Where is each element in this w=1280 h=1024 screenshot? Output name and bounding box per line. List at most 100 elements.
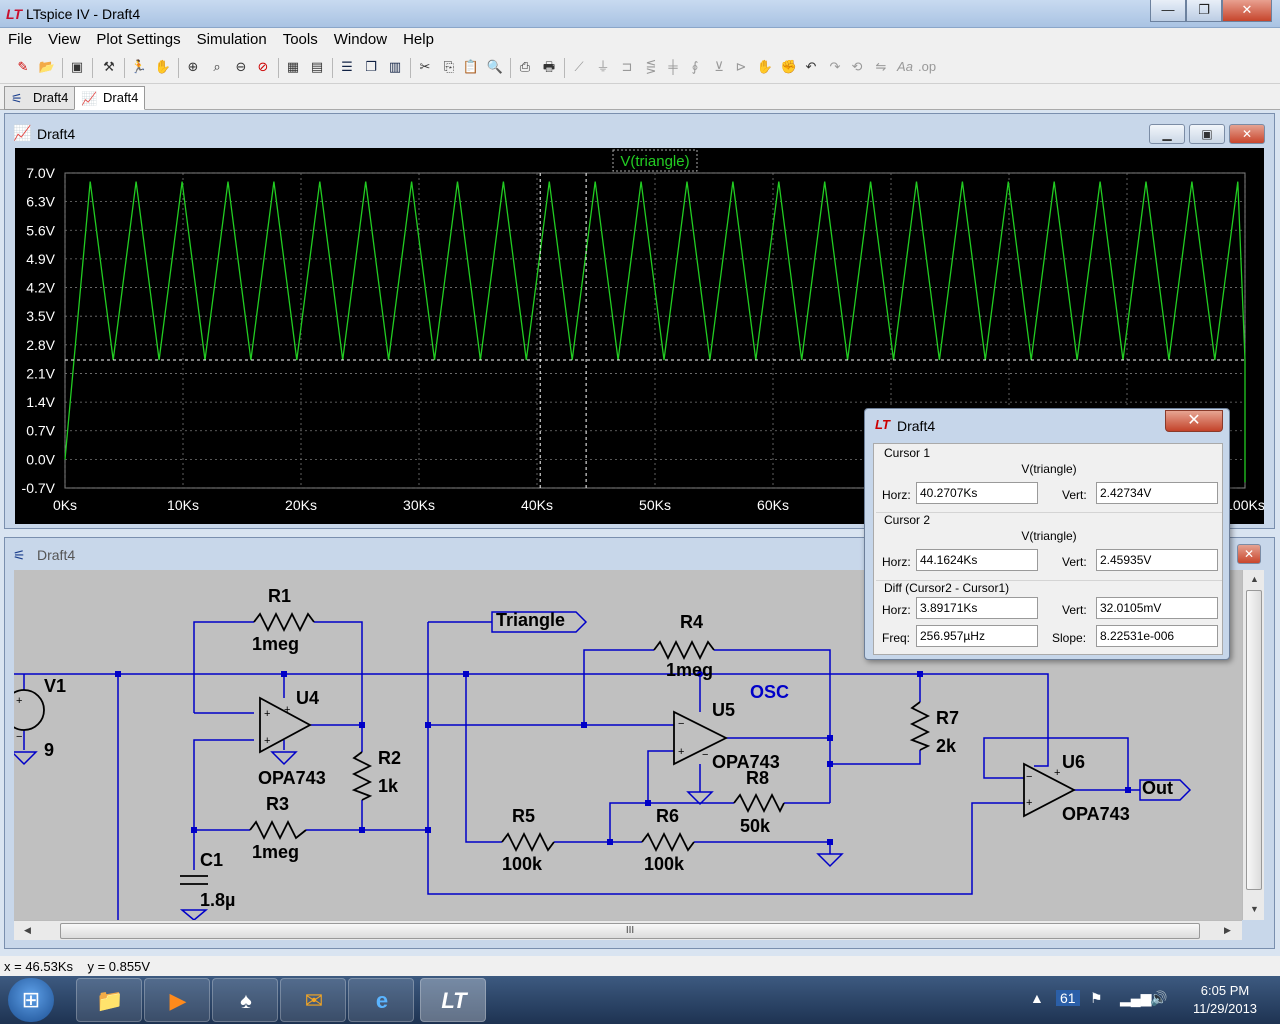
- r4-label[interactable]: R4: [680, 612, 703, 633]
- r6-label[interactable]: R6: [656, 806, 679, 827]
- r7-value[interactable]: 2k: [936, 736, 956, 757]
- network-icon[interactable]: ▂▄▆: [1120, 990, 1151, 1007]
- tray-badge[interactable]: 61: [1056, 990, 1080, 1006]
- zoom-cancel-icon[interactable]: ⊘: [254, 58, 272, 76]
- diode-icon[interactable]: ⊻: [710, 58, 728, 76]
- tile-vertical-icon[interactable]: ▥: [386, 58, 404, 76]
- horizontal-scroll-thumb[interactable]: III: [60, 923, 1200, 939]
- tab-schematic[interactable]: ⚟ Draft4: [4, 86, 76, 110]
- new-schematic-icon[interactable]: ✎: [14, 58, 32, 76]
- tile-icon[interactable]: ▤: [308, 58, 326, 76]
- component-icon[interactable]: ⊳: [732, 58, 750, 76]
- schematic-horizontal-scrollbar[interactable]: ◀ III ▶: [14, 920, 1242, 940]
- r2-value[interactable]: 1k: [378, 776, 398, 797]
- system-clock[interactable]: 6:05 PM 11/29/2013: [1180, 982, 1270, 1018]
- close-button[interactable]: ✕: [1222, 0, 1272, 22]
- menu-plot-settings[interactable]: Plot Settings: [88, 28, 188, 48]
- label-icon[interactable]: ⊐: [618, 58, 636, 76]
- menu-help[interactable]: Help: [395, 28, 442, 48]
- ground-icon[interactable]: ⏚: [594, 58, 612, 76]
- taskbar-ltspice[interactable]: LT: [420, 978, 486, 1022]
- restore-button[interactable]: ❐: [1186, 0, 1222, 22]
- cursor2-vert-field[interactable]: 2.45935V: [1096, 549, 1218, 571]
- r3-label[interactable]: R3: [266, 794, 289, 815]
- u5-label[interactable]: U5: [712, 700, 735, 721]
- r6-value[interactable]: 100k: [644, 854, 684, 875]
- taskbar-explorer[interactable]: 📁: [76, 978, 142, 1022]
- r8-label[interactable]: R8: [746, 768, 769, 789]
- capacitor-icon[interactable]: ╪: [664, 58, 682, 76]
- r5-label[interactable]: R5: [512, 806, 535, 827]
- minimize-button[interactable]: —: [1150, 0, 1186, 22]
- volume-icon[interactable]: 🔊: [1150, 990, 1167, 1007]
- triangle-net-label[interactable]: Triangle: [496, 610, 565, 631]
- zoom-area-icon[interactable]: ⌕: [208, 58, 226, 76]
- text-icon[interactable]: Aa: [896, 58, 914, 76]
- print-icon[interactable]: 🖶: [540, 58, 558, 76]
- drag-icon[interactable]: ✊: [780, 58, 798, 76]
- waveform-restore-button[interactable]: ▣: [1189, 124, 1225, 144]
- pan-icon[interactable]: ✋: [154, 58, 172, 76]
- redo-icon[interactable]: ↷: [826, 58, 844, 76]
- cursor-dialog-close-button[interactable]: ✕: [1165, 410, 1223, 432]
- r5-value[interactable]: 100k: [502, 854, 542, 875]
- show-hidden-icons-icon[interactable]: ▲: [1030, 990, 1044, 1006]
- zoom-in-icon[interactable]: ⊕: [184, 58, 202, 76]
- cursor1-horz-field[interactable]: 40.2707Ks: [916, 482, 1038, 504]
- start-button[interactable]: ⊞: [8, 978, 54, 1022]
- wire-icon[interactable]: ⟋: [570, 58, 588, 76]
- v1-value[interactable]: 9: [44, 740, 54, 761]
- diff-horz-field[interactable]: 3.89171Ks: [916, 597, 1038, 619]
- cursor2-horz-field[interactable]: 44.1624Ks: [916, 549, 1038, 571]
- cascade-icon[interactable]: ❐: [362, 58, 380, 76]
- find-icon[interactable]: 🔍: [486, 58, 504, 76]
- zoom-out-icon[interactable]: ⊖: [232, 58, 250, 76]
- diff-freq-field[interactable]: 256.957µHz: [916, 625, 1038, 647]
- r4-value[interactable]: 1meg: [666, 660, 713, 681]
- v1-label[interactable]: V1: [44, 676, 66, 697]
- osc-label[interactable]: OSC: [750, 682, 789, 703]
- menu-file[interactable]: File: [0, 28, 40, 48]
- menu-view[interactable]: View: [40, 28, 88, 48]
- taskbar-solitaire[interactable]: ♠: [212, 978, 278, 1022]
- taskbar-media-player[interactable]: ▶: [144, 978, 210, 1022]
- menu-simulation[interactable]: Simulation: [189, 28, 275, 48]
- run-icon[interactable]: 🏃: [130, 58, 148, 76]
- taskbar-internet-explorer[interactable]: e: [348, 978, 414, 1022]
- paste-icon[interactable]: 📋: [462, 58, 480, 76]
- u6-model[interactable]: OPA743: [1062, 804, 1130, 825]
- r3-value[interactable]: 1meg: [252, 842, 299, 863]
- diff-vert-field[interactable]: 32.0105mV: [1096, 597, 1218, 619]
- inductor-icon[interactable]: ∮: [686, 58, 704, 76]
- r1-label[interactable]: R1: [268, 586, 291, 607]
- tile-horizontal-icon[interactable]: ☰: [338, 58, 356, 76]
- copy-icon[interactable]: ⎘: [440, 58, 458, 76]
- waveform-close-button[interactable]: ✕: [1229, 124, 1265, 144]
- taskbar-outlook[interactable]: ✉: [280, 978, 346, 1022]
- spice-directive-icon[interactable]: .op: [918, 58, 936, 76]
- save-icon[interactable]: ▣: [68, 58, 86, 76]
- r2-label[interactable]: R2: [378, 748, 401, 769]
- undo-icon[interactable]: ↶: [802, 58, 820, 76]
- menu-tools[interactable]: Tools: [275, 28, 326, 48]
- c1-label[interactable]: C1: [200, 850, 223, 871]
- diff-slope-field[interactable]: 8.22531e-006: [1096, 625, 1218, 647]
- mirror-icon[interactable]: ⇋: [872, 58, 890, 76]
- resistor-icon[interactable]: ⋚: [642, 58, 660, 76]
- open-icon[interactable]: 📂: [38, 58, 56, 76]
- autorange-icon[interactable]: ▦: [284, 58, 302, 76]
- u6-label[interactable]: U6: [1062, 752, 1085, 773]
- schematic-vertical-scrollbar[interactable]: ▲ ▼: [1242, 570, 1264, 920]
- u4-label[interactable]: U4: [296, 688, 319, 709]
- menu-window[interactable]: Window: [326, 28, 395, 48]
- out-net-label[interactable]: Out: [1142, 778, 1173, 799]
- waveform-minimize-button[interactable]: ▁: [1149, 124, 1185, 144]
- u4-model[interactable]: OPA743: [258, 768, 326, 789]
- tab-waveform[interactable]: 📈 Draft4: [74, 86, 146, 110]
- r7-label[interactable]: R7: [936, 708, 959, 729]
- r8-value[interactable]: 50k: [740, 816, 770, 837]
- cut-icon[interactable]: ✂: [416, 58, 434, 76]
- c1-value[interactable]: 1.8µ: [200, 890, 235, 911]
- action-center-flag-icon[interactable]: ⚑: [1090, 990, 1103, 1007]
- control-panel-icon[interactable]: ⚒: [100, 58, 118, 76]
